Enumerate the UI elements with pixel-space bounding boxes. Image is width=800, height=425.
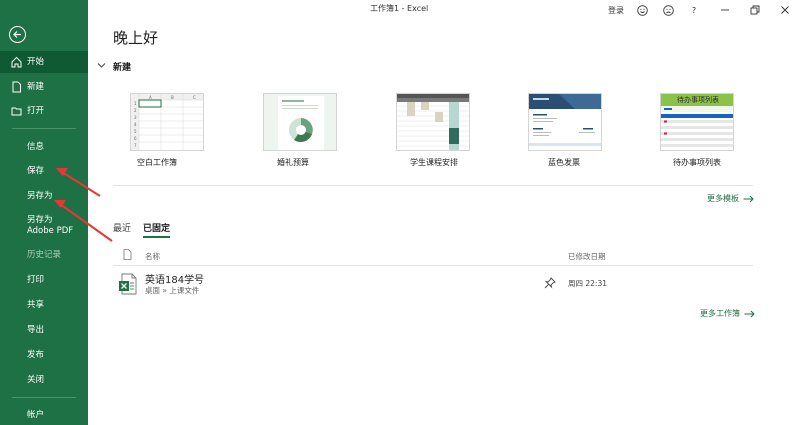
- more-templates-label: 更多模板: [707, 194, 739, 203]
- file-list-item[interactable]: 英语184学号 桌面 » 上课文件 周四 22:31: [113, 268, 753, 300]
- sidebar-item-label: 历史记录: [27, 250, 62, 260]
- help-button[interactable]: ?: [686, 2, 702, 18]
- sidebar-item-label: 开始: [27, 57, 45, 67]
- template-thumbnail: [528, 93, 602, 151]
- close-icon[interactable]: [770, 2, 800, 18]
- sidebar-item-save-as[interactable]: 另存为: [0, 185, 88, 207]
- sidebar-item-label: 新建: [27, 82, 45, 92]
- more-workbooks-link[interactable]: 更多工作簿: [700, 308, 755, 319]
- template-thumb-title: 待办事项列表: [677, 96, 719, 104]
- template-thumbnail: 待办事项列表: [660, 93, 734, 151]
- sidebar-item-export[interactable]: 导出: [0, 319, 88, 341]
- chevron-down-icon[interactable]: [97, 62, 106, 71]
- sidebar-item-label: 打开: [27, 106, 45, 116]
- section-divider: [113, 185, 753, 186]
- document-icon: [123, 249, 132, 260]
- header-divider: [113, 265, 753, 266]
- sidebar-item-label: 另存为 Adobe PDF: [27, 215, 74, 236]
- more-workbooks-label: 更多工作簿: [700, 309, 740, 318]
- pin-icon[interactable]: [544, 277, 556, 289]
- template-label: 婚礼预算: [277, 158, 309, 167]
- sidebar-item-print[interactable]: 打印: [0, 269, 88, 291]
- template-label: 空白工作簿: [137, 158, 177, 167]
- login-button[interactable]: 登录: [608, 2, 624, 18]
- sidebar-item-save[interactable]: 保存: [0, 160, 88, 182]
- arrow-right-icon: [744, 310, 755, 317]
- new-file-icon: [12, 81, 21, 93]
- sidebar-item-label: 发布: [27, 350, 45, 360]
- tab-recent[interactable]: 最近: [113, 221, 131, 238]
- sidebar-item-history[interactable]: 历史记录: [0, 244, 88, 266]
- template-blank-workbook[interactable]: A B C 1 2 3 4 5 6 7 空白工作簿: [130, 93, 204, 167]
- sidebar-item-open[interactable]: 打开: [0, 100, 88, 122]
- arrow-right-icon: [743, 195, 754, 202]
- smile-icon[interactable]: [634, 2, 650, 18]
- template-todo-list[interactable]: 待办事项列表 待办事项列表: [660, 93, 734, 167]
- restore-icon[interactable]: [740, 2, 770, 18]
- svg-text:A: A: [149, 95, 152, 100]
- file-list-header: 名称 已修改日期: [113, 248, 753, 264]
- sidebar-item-new[interactable]: 新建: [0, 76, 88, 98]
- sidebar-item-save-as-pdf[interactable]: 另存为 Adobe PDF: [0, 212, 88, 240]
- frown-icon[interactable]: [660, 2, 676, 18]
- tab-pinned[interactable]: 已固定: [143, 221, 171, 238]
- sidebar-item-share[interactable]: 共享: [0, 294, 88, 316]
- template-label: 蓝色发票: [548, 158, 580, 167]
- sidebar-item-home[interactable]: 开始: [0, 51, 88, 73]
- sidebar-item-label: 导出: [27, 325, 45, 335]
- sidebar-item-label: 打印: [27, 275, 45, 285]
- sidebar-divider: [12, 128, 76, 129]
- sidebar-item-label: 信息: [27, 142, 45, 152]
- column-header-modified[interactable]: 已修改日期: [568, 251, 606, 262]
- template-thumbnail: [263, 93, 337, 151]
- sidebar-item-account[interactable]: 帐户: [0, 404, 88, 425]
- template-student-schedule[interactable]: 学生课程安排: [396, 93, 470, 167]
- back-arrow-icon[interactable]: [9, 26, 26, 43]
- sidebar-item-label: 保存: [27, 166, 45, 176]
- new-section-heading: 新建: [113, 63, 132, 73]
- minimize-icon[interactable]: [710, 2, 740, 18]
- template-wedding-budget[interactable]: 婚礼预算: [263, 93, 337, 167]
- sidebar-divider: [12, 397, 76, 398]
- file-modified-date: 周四 22:31: [568, 279, 607, 288]
- window-title: 工作簿1 - Excel: [370, 4, 429, 13]
- file-name: 英语184学号: [145, 275, 205, 286]
- backstage-sidebar: 开始 新建 打开 信息 保存 另存为 另存为 Adobe PDF 历史记录 打印…: [0, 0, 88, 425]
- more-templates-link[interactable]: 更多模板: [707, 193, 754, 204]
- sidebar-item-label: 共享: [27, 300, 45, 310]
- svg-text:B: B: [171, 95, 174, 100]
- file-path: 桌面 » 上课文件: [145, 286, 200, 295]
- title-bar: 工作簿1 - Excel 登录 ?: [88, 0, 800, 20]
- home-icon: [11, 56, 22, 68]
- open-folder-icon: [11, 107, 22, 116]
- sidebar-item-label: 帐户: [27, 410, 45, 420]
- template-blue-invoice[interactable]: 蓝色发票: [528, 93, 602, 167]
- template-label: 学生课程安排: [410, 158, 458, 167]
- file-tabs: 最近 已固定: [113, 221, 171, 238]
- template-thumbnail: [396, 93, 470, 151]
- template-label: 待办事项列表: [673, 158, 721, 167]
- sidebar-item-label: 关闭: [27, 375, 45, 385]
- sidebar-item-publish[interactable]: 发布: [0, 344, 88, 366]
- sidebar-item-info[interactable]: 信息: [0, 136, 88, 158]
- sidebar-item-label: 另存为: [27, 191, 53, 201]
- excel-file-icon: [119, 273, 137, 295]
- template-thumbnail: A B C 1 2 3 4 5 6 7: [130, 93, 204, 151]
- svg-text:C: C: [193, 95, 196, 100]
- greeting-heading: 晚上好: [113, 29, 159, 47]
- column-header-name[interactable]: 名称: [145, 251, 160, 262]
- sidebar-item-close[interactable]: 关闭: [0, 369, 88, 391]
